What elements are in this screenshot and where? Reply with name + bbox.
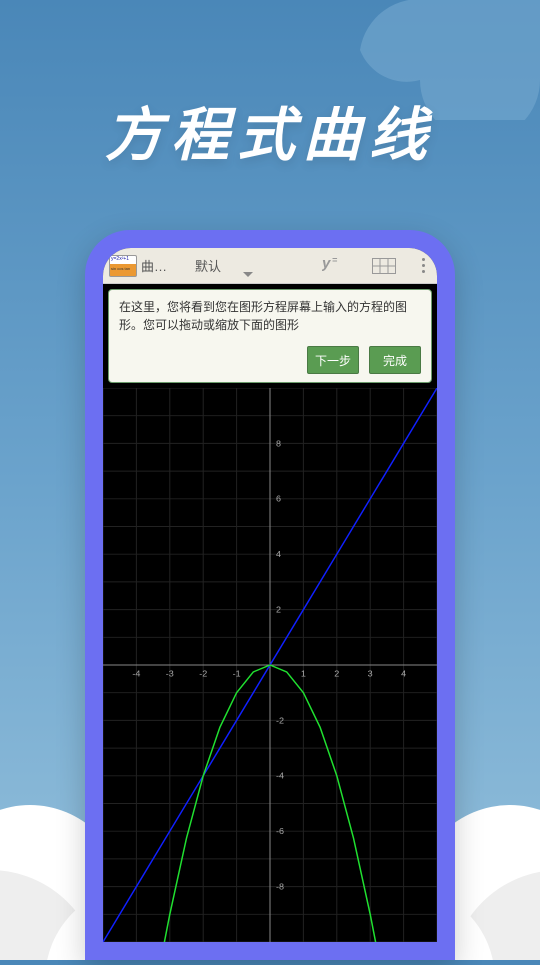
svg-text:1: 1 xyxy=(301,669,306,679)
svg-text:2: 2 xyxy=(334,669,339,679)
app-icon[interactable] xyxy=(109,255,137,277)
help-text: 在这里，您将看到您在图形方程屏幕上输入的方程的图形。您可以拖动或缩放下面的图形 xyxy=(119,298,421,334)
phone-frame: 曲… 默认 y= y= 在这里，您将看到您在图形方程屏幕上输入的方程 xyxy=(85,230,455,960)
svg-text:-2: -2 xyxy=(276,715,284,725)
page-title: 方程式曲线 xyxy=(0,88,540,172)
done-button[interactable]: 完成 xyxy=(369,346,421,374)
svg-text:6: 6 xyxy=(276,494,281,504)
next-button[interactable]: 下一步 xyxy=(307,346,359,374)
svg-text:=: = xyxy=(332,255,338,265)
svg-text:-3: -3 xyxy=(166,669,174,679)
y-equals-button[interactable]: y= y= xyxy=(322,255,344,276)
svg-text:y: y xyxy=(322,255,331,271)
svg-text:3: 3 xyxy=(368,669,373,679)
table-icon[interactable] xyxy=(372,258,396,274)
help-tooltip: 在这里，您将看到您在图形方程屏幕上输入的方程的图形。您可以拖动或缩放下面的图形 … xyxy=(108,289,432,383)
more-options-icon[interactable] xyxy=(422,258,425,273)
svg-text:-4: -4 xyxy=(132,669,140,679)
svg-text:-2: -2 xyxy=(199,669,207,679)
app-toolbar: 曲… 默认 y= y= xyxy=(103,248,437,284)
toolbar-title[interactable]: 曲… xyxy=(141,256,167,275)
svg-text:-1: -1 xyxy=(233,669,241,679)
phone-screen: 曲… 默认 y= y= 在这里，您将看到您在图形方程屏幕上输入的方程 xyxy=(103,248,437,942)
toolbar-default-dropdown[interactable]: 默认 xyxy=(195,256,221,275)
svg-text:4: 4 xyxy=(276,549,281,559)
svg-text:8: 8 xyxy=(276,438,281,448)
dropdown-caret-icon[interactable] xyxy=(243,272,253,277)
svg-text:-8: -8 xyxy=(276,882,284,892)
svg-text:-6: -6 xyxy=(276,826,284,836)
svg-text:4: 4 xyxy=(401,669,406,679)
graph-canvas[interactable]: -4 -3 -2 -1 1 2 3 4 -8 -6 -4 -2 2 4 6 8 xyxy=(103,388,437,942)
svg-text:-4: -4 xyxy=(276,771,284,781)
svg-text:2: 2 xyxy=(276,605,281,615)
